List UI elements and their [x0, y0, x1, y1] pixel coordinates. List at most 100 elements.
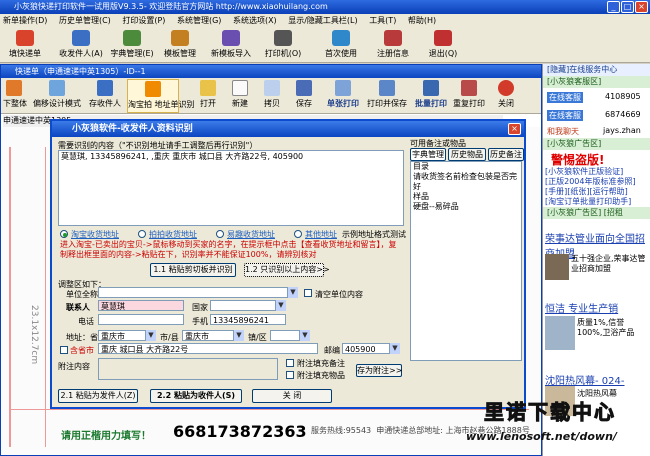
- save-as-remark-button[interactable]: 存为附注>>: [356, 364, 402, 377]
- notice-text: 进入淘宝-已卖出的宝贝->鼠标移动到买家的名字，在提示框中点击【查看收货地址和留…: [60, 240, 397, 259]
- chevron-down-icon[interactable]: ▼: [233, 330, 244, 341]
- chevron-down-icon[interactable]: ▼: [299, 330, 310, 341]
- save-recipient-button[interactable]: 存收件人: [87, 79, 123, 113]
- template-button[interactable]: 模板管理: [160, 29, 200, 61]
- printer-button[interactable]: 打印机(O): [262, 29, 304, 61]
- express-form-button[interactable]: 填快递单: [4, 29, 46, 61]
- ad-news-3[interactable]: 沈阳热风幕- 024-: [545, 372, 624, 387]
- taobao-recognize-button[interactable]: 淘宝拍 地址单识别: [127, 79, 195, 113]
- list-item[interactable]: 目录: [413, 162, 521, 172]
- paste-as-sender-button[interactable]: 2.1 粘贴为发件人(Z): [58, 389, 138, 403]
- new-icon: [232, 80, 248, 96]
- menu-item[interactable]: 打印设置(P): [119, 16, 171, 25]
- ad-image-2[interactable]: [545, 316, 575, 350]
- dictionary-button[interactable]: 字典管理(E): [106, 29, 158, 61]
- watermark-logo: 里诺下载中心: [484, 400, 616, 425]
- chevron-down-icon[interactable]: ▼: [145, 330, 156, 341]
- dictionary-icon: [123, 30, 141, 46]
- exit-button[interactable]: 退出(Q): [426, 29, 460, 61]
- menu-item[interactable]: 帮助(H): [405, 16, 442, 25]
- append-item-checkbox[interactable]: [286, 371, 294, 379]
- close-icon[interactable]: ×: [635, 1, 648, 13]
- ad-news-2[interactable]: 恒洁 专业生产销: [545, 300, 618, 315]
- paste-as-recipient-button[interactable]: 2.2 粘贴为收件人(S): [150, 389, 242, 403]
- paste-recognize-button[interactable]: 1.1 粘贴剪切板并识别: [150, 263, 236, 277]
- menu-item[interactable]: 系统选项(X): [230, 16, 283, 25]
- tab-dictionary[interactable]: 字典管理: [410, 148, 446, 161]
- append-remark-label: 附注填充备注: [297, 359, 345, 368]
- menu-item[interactable]: 系统管理(G): [174, 16, 227, 25]
- close-window-button[interactable]: 关闭: [493, 79, 519, 113]
- tab-history-items[interactable]: 历史物品: [448, 148, 486, 161]
- chat-button[interactable]: 和我聊天: [547, 126, 579, 137]
- chevron-down-icon[interactable]: ▼: [389, 343, 400, 354]
- radio-paipai-label[interactable]: 拍拍收货地址: [149, 229, 197, 240]
- ad-image-1[interactable]: [545, 254, 569, 280]
- batch-print-button[interactable]: 批量打印: [411, 79, 451, 113]
- copy-button[interactable]: 拷贝: [257, 79, 287, 113]
- qq-service-button[interactable]: 在线客服: [547, 110, 583, 121]
- street-input[interactable]: 重庆 城口县 大齐路22号: [98, 343, 318, 354]
- link-taobao-helper[interactable]: [淘宝订单批量打印助手]: [545, 196, 631, 207]
- save-icon: [296, 80, 312, 96]
- dict-list[interactable]: 目录 请收货签名前检查包装是否完好 样品 硬盘--易碎品: [410, 161, 522, 361]
- paste-textarea[interactable]: 莫慧琪, 13345896241, ,重庆 重庆市 城口县 大齐路22号, 40…: [58, 150, 404, 226]
- waybill-note: 请用正楷用力填写！: [61, 431, 151, 442]
- new-button[interactable]: 新建: [225, 79, 255, 113]
- paper-size-label: 23.1x12.7cm: [29, 305, 39, 365]
- only-recognize-button[interactable]: 1.2 只识别以上内容>>: [244, 263, 330, 277]
- list-item[interactable]: 样品: [413, 192, 521, 202]
- offset-design-button[interactable]: 偏移设计模式: [27, 79, 87, 113]
- maximize-icon[interactable]: □: [621, 1, 634, 13]
- address-label: 地址：省: [66, 333, 98, 342]
- append-remark-checkbox[interactable]: [286, 359, 294, 367]
- move-down-button[interactable]: 下整体: [3, 79, 27, 113]
- dialog-close-icon[interactable]: ×: [508, 123, 521, 135]
- main-toolbar: 填快递单 收发件人(A) 字典管理(E) 模板管理 新模板导入 打印机(O) 首…: [0, 27, 650, 63]
- minimize-icon[interactable]: _: [607, 1, 620, 13]
- clear-unit-label: 清空单位内容: [315, 290, 363, 299]
- chevron-down-icon[interactable]: ▼: [287, 287, 298, 298]
- panel-header[interactable]: [隐藏]在线服务中心: [543, 64, 650, 76]
- unit-input[interactable]: [98, 287, 298, 298]
- radio-other[interactable]: [294, 230, 302, 238]
- contains-city-checkbox[interactable]: [60, 346, 68, 354]
- qq-header: [小灰狼客服区]: [543, 76, 650, 88]
- ad-news-1-sub: 五十强企业,荣事达管业招商加盟: [571, 254, 646, 273]
- radio-eachnet-label[interactable]: 易趣收货地址: [227, 229, 275, 240]
- print-save-button[interactable]: 打印并保存: [365, 79, 409, 113]
- reprint-button[interactable]: 重复打印: [451, 79, 487, 113]
- menu-item[interactable]: 新单操作(D): [0, 16, 53, 25]
- radio-taobao[interactable]: [60, 230, 68, 238]
- tab-history-remarks[interactable]: 历史备注: [488, 148, 524, 161]
- city-label: 市/县: [160, 333, 179, 342]
- list-item[interactable]: 请收货签名前检查包装是否完好: [413, 172, 521, 192]
- radio-eachnet[interactable]: [216, 230, 224, 238]
- menu-item[interactable]: 工具(T): [366, 16, 402, 25]
- radio-taobao-label[interactable]: 淘宝收货地址: [71, 229, 119, 240]
- chevron-down-icon[interactable]: ▼: [275, 300, 286, 311]
- radio-paipai[interactable]: [138, 230, 146, 238]
- open-button[interactable]: 打开: [193, 79, 223, 113]
- remark-input[interactable]: [98, 358, 278, 380]
- qq-number: 4108905: [605, 92, 641, 101]
- print-single-button[interactable]: 单张打印: [321, 79, 365, 113]
- contact-input[interactable]: 莫慧琪: [98, 300, 184, 311]
- register-button[interactable]: 注册信息: [372, 29, 414, 61]
- dialog-title: 小灰狼软件-收发件人资料识别: [52, 121, 524, 137]
- example-link[interactable]: 示例地址格式测试: [342, 229, 406, 240]
- phone-input[interactable]: [98, 314, 184, 325]
- list-item[interactable]: 硬盘--易碎品: [413, 202, 521, 212]
- dialog-close-button[interactable]: 关 闭: [252, 389, 332, 403]
- template-import-button[interactable]: 新模板导入: [206, 29, 256, 61]
- save-button[interactable]: 保存: [289, 79, 319, 113]
- qq-service-button[interactable]: 在线客服: [547, 92, 583, 103]
- radio-other-label[interactable]: 其他地址: [305, 229, 337, 240]
- mobile-input[interactable]: 13345896241: [210, 314, 286, 325]
- contact-label: 联系人: [66, 303, 90, 312]
- contacts-button[interactable]: 收发件人(A): [56, 29, 106, 61]
- clear-unit-checkbox[interactable]: [304, 289, 312, 297]
- first-use-button[interactable]: 首次使用: [320, 29, 362, 61]
- menu-item[interactable]: 显示/隐藏工具栏(L): [285, 16, 363, 25]
- menu-item[interactable]: 历史单管理(C): [56, 16, 117, 25]
